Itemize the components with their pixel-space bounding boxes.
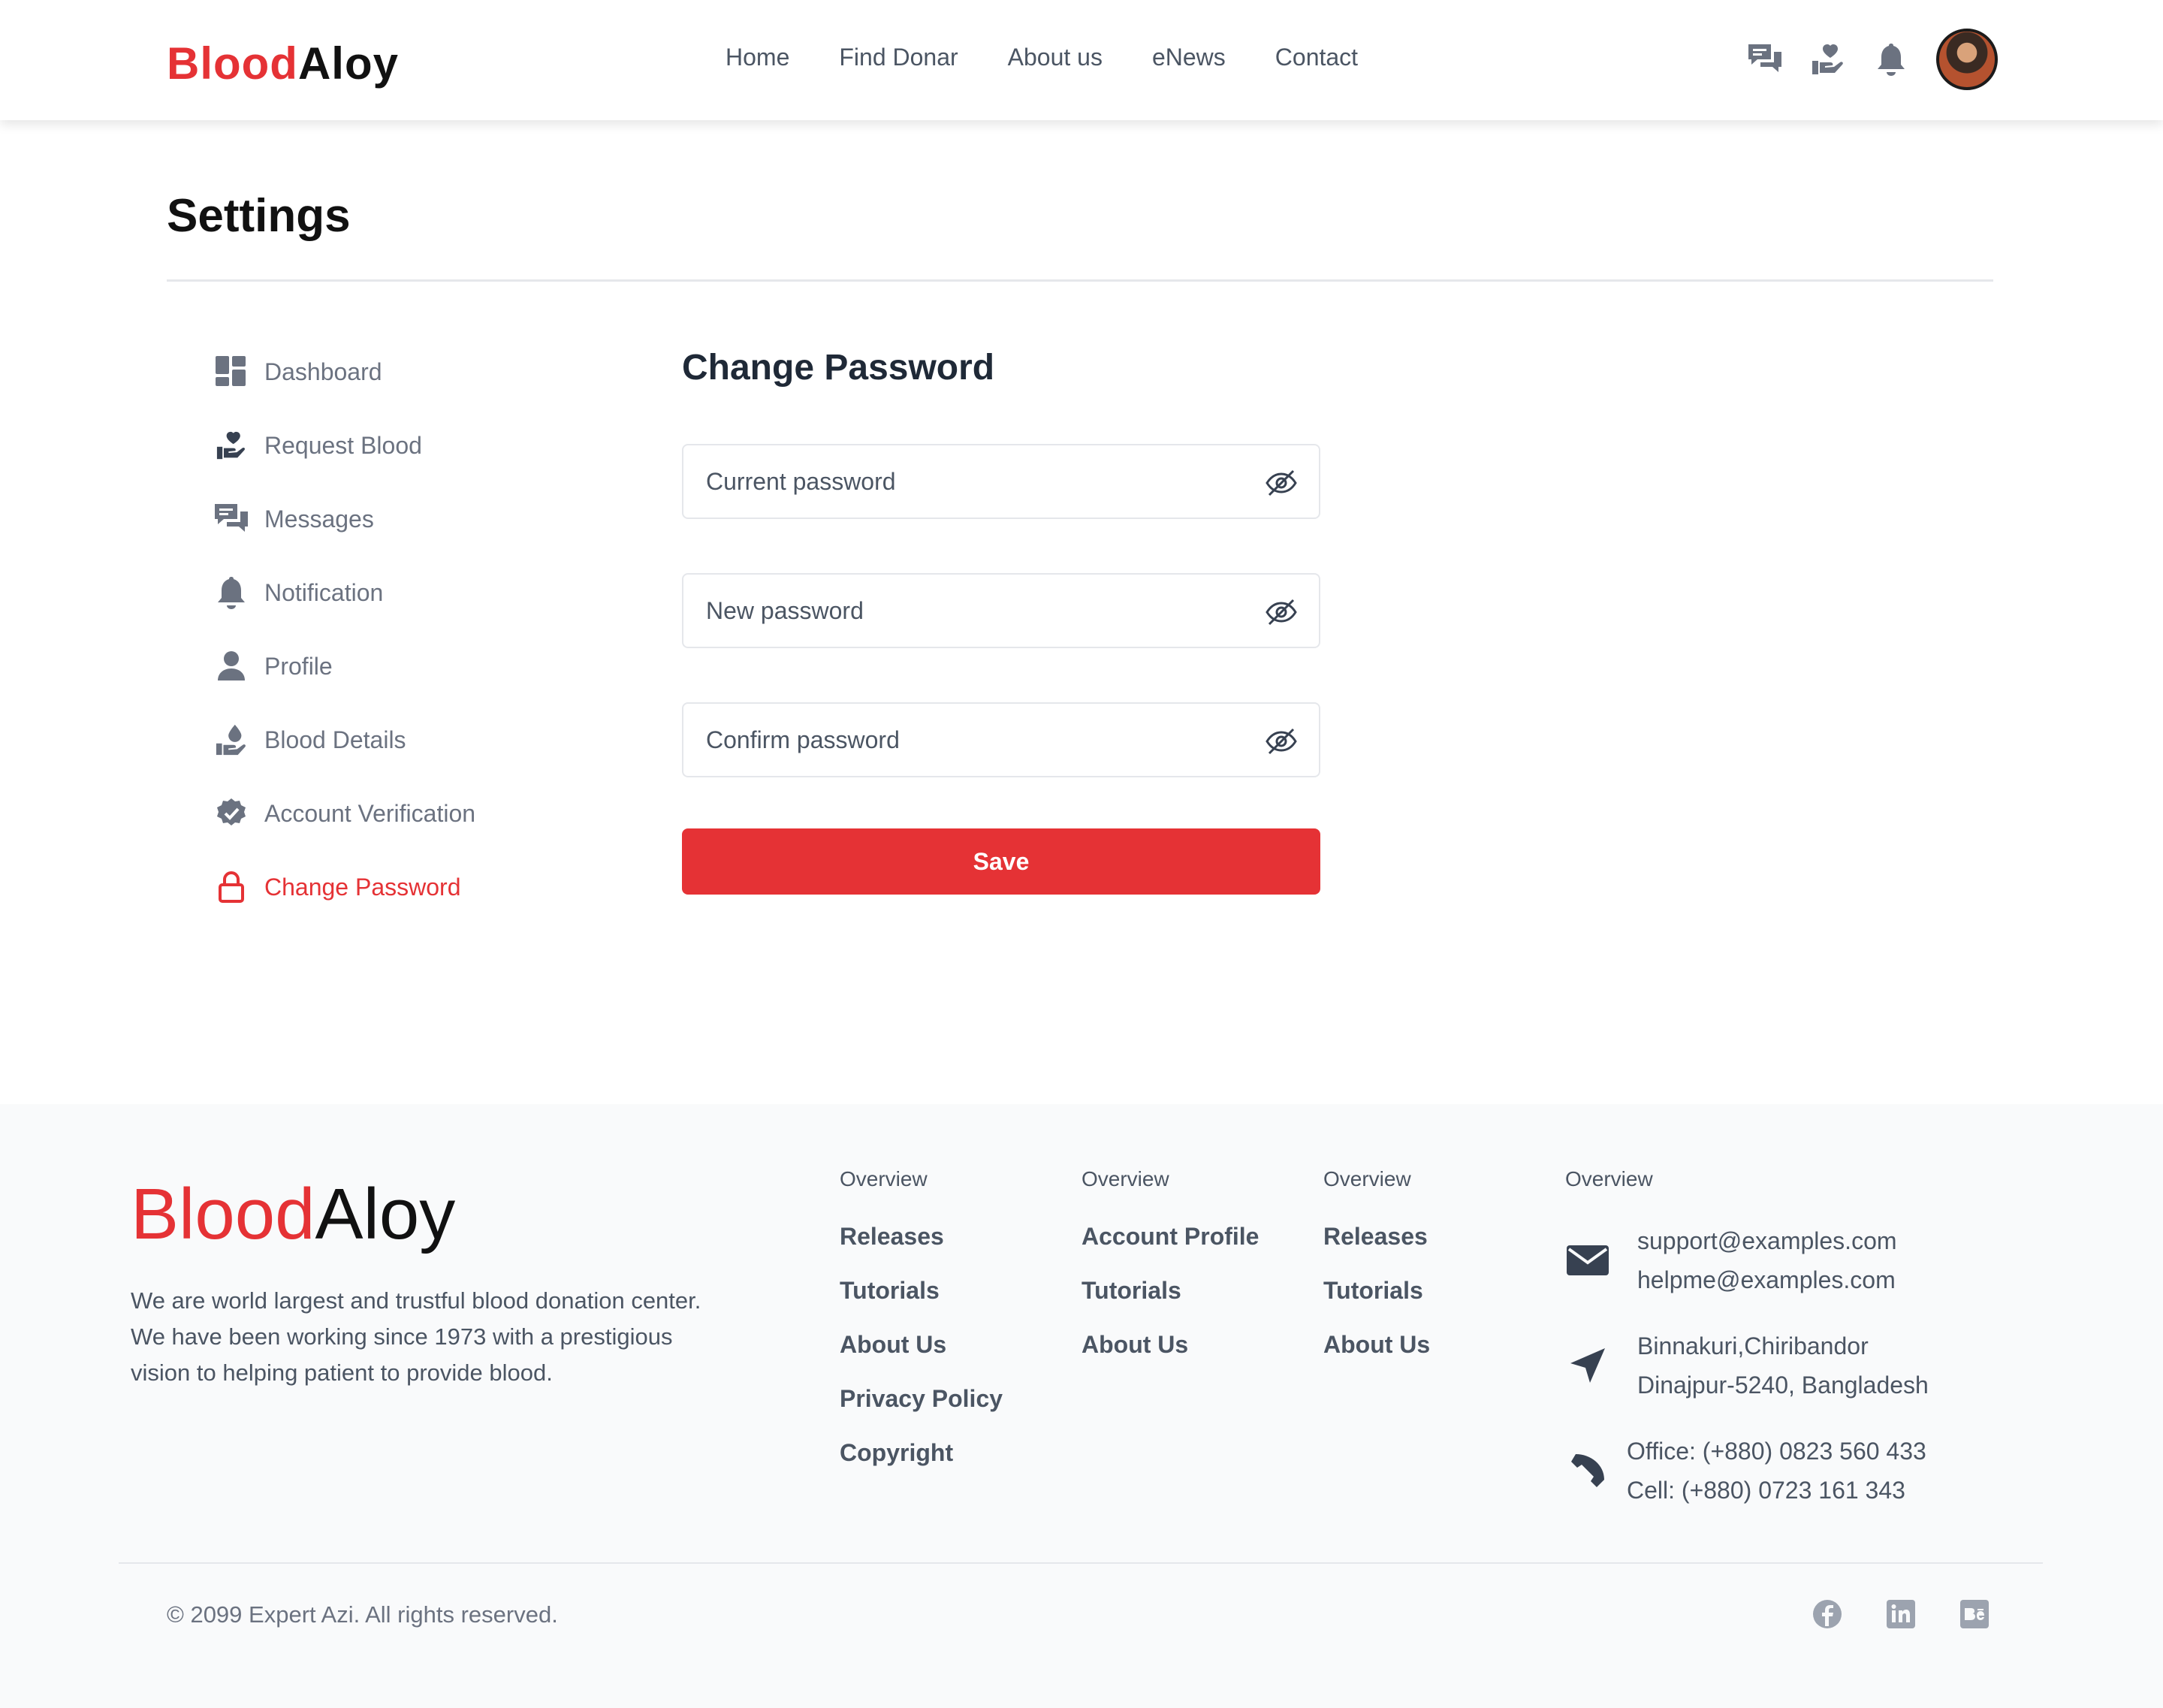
behance-icon[interactable] [1959,1598,1990,1630]
location-arrow-icon [1565,1343,1610,1388]
new-password-input[interactable] [683,575,1319,647]
sidebar-item-label: Profile [264,652,333,680]
footer-link-tutorials[interactable]: Tutorials [840,1277,1003,1331]
sidebar-item-notification[interactable]: Notification [213,556,475,629]
contact-address-line: Dinajpur-5240, Bangladesh [1637,1372,1929,1399]
title-divider [167,279,1993,282]
footer-column-heading: Overview [1082,1167,1169,1190]
messages-icon[interactable] [1747,41,1783,77]
user-avatar[interactable] [1936,29,1998,90]
nav-contact[interactable]: Contact [1275,44,1358,71]
footer-link-tutorials[interactable]: Tutorials [1323,1277,1430,1331]
envelope-icon [1565,1238,1610,1283]
brand-logo-part1: Blood [167,38,298,89]
footer-contact: Overview support@examples.com helpme@exa… [1565,1167,2031,1537]
sidebar-item-label: Notification [264,578,384,606]
brand-logo-part2: Aloy [297,38,399,89]
footer-logo-part1: Blood [131,1174,315,1254]
sidebar-item-blood-details[interactable]: Blood Details [213,703,475,777]
save-button[interactable]: Save [682,828,1320,895]
copyright-text: © 2099 Expert Azi. All rights reserved. [167,1601,558,1628]
sidebar-item-request-blood[interactable]: Request Blood [213,409,475,482]
footer-column-1: Overview Releases Tutorials About Us Pri… [840,1167,1003,1493]
phone-icon [1564,1448,1609,1493]
footer-link-releases[interactable]: Releases [840,1223,1003,1277]
eye-slash-icon[interactable] [1265,597,1298,627]
site-footer: BloodAloy We are world largest and trust… [0,1104,2163,1708]
top-header: BloodAloy Home Find Donar About us eNews… [0,0,2163,120]
linkedin-icon[interactable] [1885,1598,1917,1630]
main-nav: Home Find Donar About us eNews Contact [726,44,1407,71]
footer-link-releases[interactable]: Releases [1323,1223,1430,1277]
footer-logo[interactable]: BloodAloy [131,1173,455,1256]
bell-icon [213,575,249,611]
change-password-form: Change Password Save [682,347,1320,895]
contact-email[interactable]: support@examples.com [1637,1221,1897,1260]
contact-email-row: support@examples.com helpme@examples.com [1565,1221,2031,1299]
dashboard-icon [213,354,249,390]
sidebar-item-account-verification[interactable]: Account Verification [213,777,475,850]
sidebar-item-dashboard[interactable]: Dashboard [213,335,475,409]
footer-column-2: Overview Account Profile Tutorials About… [1082,1167,1259,1385]
sidebar-item-label: Dashboard [264,358,382,385]
bell-icon[interactable] [1873,41,1909,77]
current-password-input[interactable] [683,445,1319,518]
lock-icon [213,869,249,905]
facebook-icon[interactable] [1812,1598,1843,1630]
eye-slash-icon[interactable] [1265,468,1298,498]
nav-about-us[interactable]: About us [1008,44,1103,71]
footer-column-3: Overview Releases Tutorials About Us [1323,1167,1430,1385]
sidebar-item-change-password[interactable]: Change Password [213,850,475,924]
sidebar-item-label: Change Password [264,873,461,901]
footer-column-heading: Overview [1565,1167,1653,1190]
contact-phone-row: Office: (+880) 0823 560 433 Cell: (+880)… [1564,1432,2031,1510]
contact-email[interactable]: helpme@examples.com [1637,1260,1897,1299]
footer-link-about-us[interactable]: About Us [1323,1331,1430,1385]
footer-link-about-us[interactable]: About Us [1082,1331,1259,1385]
hand-heart-icon [213,427,249,463]
footer-column-heading: Overview [1323,1167,1411,1190]
contact-address-line: Binnakuri,Chiribandor [1637,1332,1869,1359]
sidebar-item-label: Request Blood [264,431,422,459]
social-links [1769,1598,1990,1630]
footer-link-tutorials[interactable]: Tutorials [1082,1277,1259,1331]
nav-enews[interactable]: eNews [1152,44,1226,71]
current-password-field [682,444,1320,519]
sidebar-item-label: Messages [264,505,374,533]
sidebar-item-label: Blood Details [264,726,406,753]
footer-description: We are world largest and trustful blood … [131,1287,701,1386]
user-icon [213,648,249,684]
footer-divider [119,1562,2043,1564]
eye-slash-icon[interactable] [1265,726,1298,756]
new-password-field [682,573,1320,648]
contact-phone[interactable]: Cell: (+880) 0723 161 343 [1627,1471,1926,1510]
verified-badge-icon [213,795,249,831]
settings-sidebar: Dashboard Request Blood Messages Notific… [213,335,475,924]
footer-link-privacy-policy[interactable]: Privacy Policy [840,1385,1003,1439]
nav-find-donar[interactable]: Find Donar [839,44,958,71]
confirm-password-field [682,702,1320,777]
header-actions [1747,29,1998,90]
footer-column-heading: Overview [840,1167,928,1190]
nav-home[interactable]: Home [726,44,789,71]
blood-drop-hand-icon [213,722,249,758]
contact-address-row: Binnakuri,Chiribandor Dinajpur-5240, Ban… [1565,1326,2031,1405]
footer-link-about-us[interactable]: About Us [840,1331,1003,1385]
sidebar-item-messages[interactable]: Messages [213,482,475,556]
footer-logo-part2: Aloy [315,1174,456,1254]
brand-logo[interactable]: BloodAloy [167,38,399,89]
confirm-password-input[interactable] [683,704,1319,776]
footer-link-copyright[interactable]: Copyright [840,1439,1003,1493]
messages-icon [213,501,249,537]
hand-heart-icon[interactable] [1810,41,1846,77]
page-title: Settings [167,190,351,242]
form-title: Change Password [682,348,995,388]
sidebar-item-label: Account Verification [264,799,476,827]
contact-phone[interactable]: Office: (+880) 0823 560 433 [1627,1432,1926,1471]
footer-link-account-profile[interactable]: Account Profile [1082,1223,1259,1277]
sidebar-item-profile[interactable]: Profile [213,629,475,703]
